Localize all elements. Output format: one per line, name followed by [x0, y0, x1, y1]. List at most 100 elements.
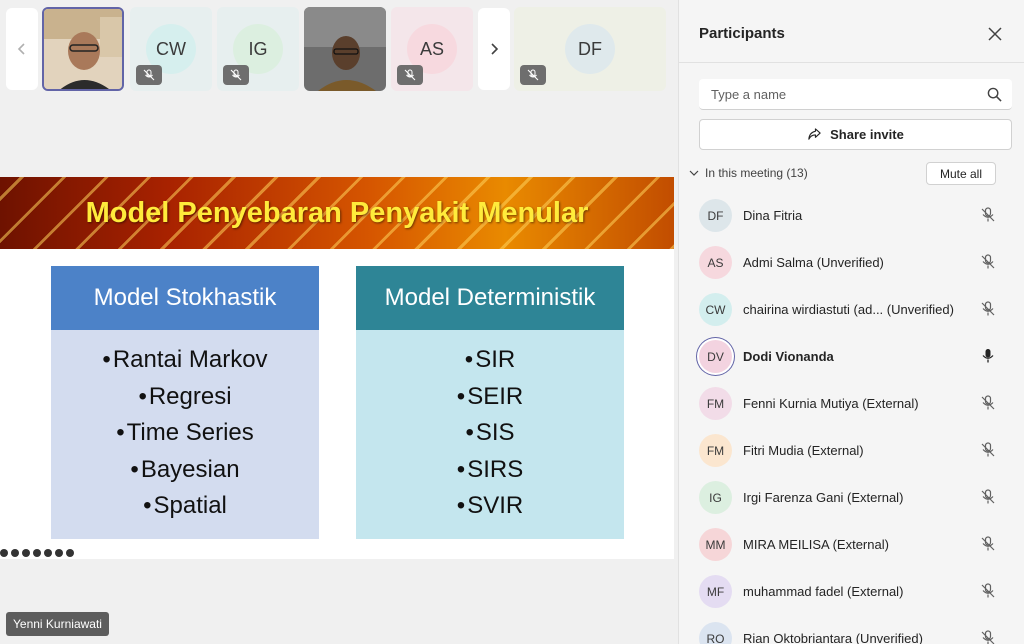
participant-row[interactable]: DV Dodi Vionanda	[679, 333, 1024, 380]
strip-next-button[interactable]	[478, 8, 510, 90]
participant-tile-as[interactable]: AS	[391, 7, 473, 91]
muted-badge	[136, 65, 162, 85]
avatar: AS	[699, 246, 732, 279]
next-slide-icon[interactable]	[66, 549, 74, 557]
share-icon	[808, 128, 821, 140]
avatar: DF	[699, 199, 732, 232]
tile-avatar: DF	[565, 24, 615, 74]
participant-row[interactable]: DF Dina Fitria	[679, 192, 1024, 239]
muted-badge	[397, 65, 423, 85]
participant-row[interactable]: IG Irgi Farenza Gani (External)	[679, 474, 1024, 521]
mic-off-icon[interactable]	[979, 253, 997, 271]
search-icon[interactable]	[987, 87, 1002, 102]
muted-badge	[223, 65, 249, 85]
section-label: In this meeting (13)	[705, 166, 808, 180]
participant-row[interactable]: FM Fitri Mudia (External)	[679, 427, 1024, 474]
participant-row[interactable]: FM Fenni Kurnia Mutiya (External)	[679, 380, 1024, 427]
participant-name: Dodi Vionanda	[743, 349, 834, 364]
mic-off-icon[interactable]	[979, 441, 997, 459]
speaker-name-label: Yenni Kurniawati	[6, 612, 109, 636]
close-icon[interactable]	[985, 24, 1005, 44]
mic-off-icon	[143, 69, 155, 81]
list-item: SIR	[356, 342, 624, 379]
prev-slide-icon[interactable]	[0, 549, 8, 557]
participant-name: Admi Salma (Unverified)	[743, 255, 884, 270]
avatar: CW	[699, 293, 732, 326]
column-heading: Model Deterministik	[356, 266, 624, 330]
participant-row[interactable]: AS Admi Salma (Unverified)	[679, 239, 1024, 286]
participant-video	[44, 9, 122, 89]
participant-tile-df[interactable]: DF	[514, 7, 666, 91]
participant-tile-cw[interactable]: CW	[130, 7, 212, 91]
column-stochastic: Model Stokhastik Rantai Markov Regresi T…	[51, 266, 319, 539]
panel-title: Participants	[699, 25, 785, 42]
participant-name: Irgi Farenza Gani (External)	[743, 490, 904, 505]
chevron-right-icon	[491, 43, 499, 55]
slide-title: Model Penyebaran Penyakit Menular	[85, 197, 589, 229]
participant-row[interactable]: RO Rian Oktobriantara (Unverified)	[679, 615, 1024, 644]
participant-name: Rian Oktobriantara (Unverified)	[743, 631, 923, 644]
participant-name: chairina wirdiastuti (ad... (Unverified)	[743, 302, 954, 317]
muted-badge	[520, 65, 546, 85]
mic-off-icon[interactable]	[979, 535, 997, 553]
avatar: RO	[699, 622, 732, 644]
mic-off-icon[interactable]	[979, 300, 997, 318]
zoom-icon[interactable]	[22, 549, 30, 557]
chevron-left-icon	[17, 43, 25, 55]
participant-row[interactable]: MF muhammad fadel (External)	[679, 568, 1024, 615]
mic-off-icon[interactable]	[979, 206, 997, 224]
participant-video	[304, 7, 386, 91]
participant-name: Dina Fitria	[743, 208, 803, 223]
strip-prev-button[interactable]	[6, 8, 38, 90]
avatar: MM	[699, 528, 732, 561]
mic-off-icon[interactable]	[979, 629, 997, 644]
mic-off-icon[interactable]	[979, 394, 997, 412]
search-input[interactable]	[699, 79, 979, 110]
avatar: IG	[699, 481, 732, 514]
in-meeting-section-toggle[interactable]: In this meeting (13)	[689, 166, 808, 180]
slide-banner: Model Penyebaran Penyakit Menular	[0, 177, 674, 249]
chevron-down-icon	[689, 170, 699, 176]
list-item: SIRS	[356, 452, 624, 489]
video-tile-2[interactable]	[304, 7, 386, 91]
divider	[679, 62, 1024, 63]
list-item: SVIR	[356, 488, 624, 525]
list-item: Bayesian	[51, 452, 319, 489]
participant-name: Fenni Kurnia Mutiya (External)	[743, 396, 919, 411]
mic-off-icon[interactable]	[979, 582, 997, 600]
list-item: Rantai Markov	[51, 342, 319, 379]
participant-row[interactable]: MM MIRA MEILISA (External)	[679, 521, 1024, 568]
list-item: SIS	[356, 415, 624, 452]
mic-on-icon[interactable]	[979, 347, 997, 365]
camera-icon[interactable]	[44, 549, 52, 557]
column-deterministic: Model Deterministik SIR SEIR SIS SIRS SV…	[356, 266, 624, 539]
list-item: Regresi	[51, 379, 319, 416]
participants-panel: Participants Share invite In this meetin…	[678, 0, 1024, 644]
video-tile-1[interactable]	[42, 7, 124, 91]
pen-icon[interactable]	[11, 549, 19, 557]
participant-tile-ig[interactable]: IG	[217, 7, 299, 91]
search-box	[699, 79, 1012, 110]
mic-off-icon[interactable]	[979, 488, 997, 506]
mic-off-icon	[527, 69, 539, 81]
list-item: Spatial	[51, 488, 319, 525]
list-item: SEIR	[356, 379, 624, 416]
participant-row[interactable]: CW chairina wirdiastuti (ad... (Unverifie…	[679, 286, 1024, 333]
participant-name: muhammad fadel (External)	[743, 584, 904, 599]
mic-off-icon	[230, 69, 242, 81]
slide-toolbar	[0, 549, 74, 557]
share-invite-button[interactable]: Share invite	[699, 119, 1012, 150]
avatar: MF	[699, 575, 732, 608]
participant-name: Fitri Mudia (External)	[743, 443, 864, 458]
mute-all-button[interactable]: Mute all	[926, 162, 996, 185]
more-icon[interactable]	[55, 549, 63, 557]
column-body: SIR SEIR SIS SIRS SVIR	[356, 330, 624, 539]
list-item: Time Series	[51, 415, 319, 452]
column-heading: Model Stokhastik	[51, 266, 319, 330]
shared-slide: Model Penyebaran Penyakit Menular Model …	[0, 177, 674, 559]
mic-off-icon	[404, 69, 416, 81]
share-invite-label: Share invite	[830, 127, 904, 142]
avatar: FM	[699, 387, 732, 420]
slides-grid-icon[interactable]	[33, 549, 41, 557]
avatar: FM	[699, 434, 732, 467]
